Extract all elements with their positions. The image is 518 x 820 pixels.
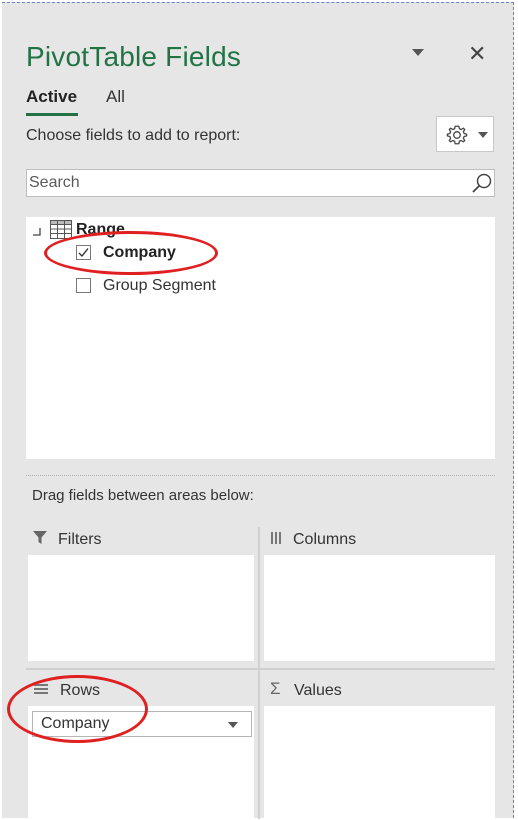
rows-icon — [34, 684, 48, 694]
rows-field-company[interactable]: Company — [32, 711, 252, 737]
field-list: Range Company Group Segment — [26, 217, 495, 459]
chevron-down-icon — [478, 132, 488, 138]
drag-instruction: Drag fields between areas below: — [32, 487, 254, 504]
gear-icon — [446, 125, 468, 145]
sigma-icon: Σ — [270, 679, 281, 698]
active-tab-underline — [26, 113, 78, 116]
field-label-company: Company — [103, 244, 176, 261]
filters-label: Filters — [58, 531, 102, 548]
pane-options-dropdown-icon[interactable] — [412, 49, 424, 56]
search-box — [26, 169, 495, 197]
tools-button[interactable] — [436, 116, 494, 152]
values-label: Values — [294, 682, 342, 699]
pivottable-fields-pane: PivotTable Fields ✕ Active All Choose fi… — [2, 2, 514, 819]
chevron-down-icon[interactable] — [228, 722, 238, 728]
collapse-icon[interactable] — [32, 227, 42, 237]
columns-drop-area[interactable] — [264, 555, 495, 661]
values-drop-area[interactable] — [264, 706, 495, 819]
company-checkbox[interactable] — [76, 245, 91, 260]
tab-all[interactable]: All — [106, 87, 125, 107]
search-icon[interactable] — [471, 172, 493, 194]
search-input[interactable] — [27, 170, 459, 196]
table-icon — [50, 220, 72, 239]
filters-drop-area[interactable] — [28, 555, 254, 661]
group-segment-checkbox[interactable] — [76, 278, 91, 293]
area-vertical-separator — [258, 527, 260, 819]
area-horizontal-separator — [26, 668, 495, 670]
checkmark-icon — [78, 248, 89, 258]
rows-label: Rows — [60, 682, 101, 699]
columns-icon — [271, 532, 281, 544]
choose-fields-label: Choose fields to add to report: — [26, 127, 241, 144]
filter-icon — [33, 531, 47, 544]
range-table-label: Range — [76, 221, 125, 238]
section-divider — [26, 475, 495, 476]
rows-field-label: Company — [41, 715, 110, 732]
pane-title: PivotTable Fields — [26, 41, 242, 72]
field-label-group-segment: Group Segment — [103, 277, 216, 294]
close-icon[interactable]: ✕ — [468, 41, 486, 67]
columns-label: Columns — [293, 531, 357, 548]
tab-active[interactable]: Active — [26, 87, 77, 107]
